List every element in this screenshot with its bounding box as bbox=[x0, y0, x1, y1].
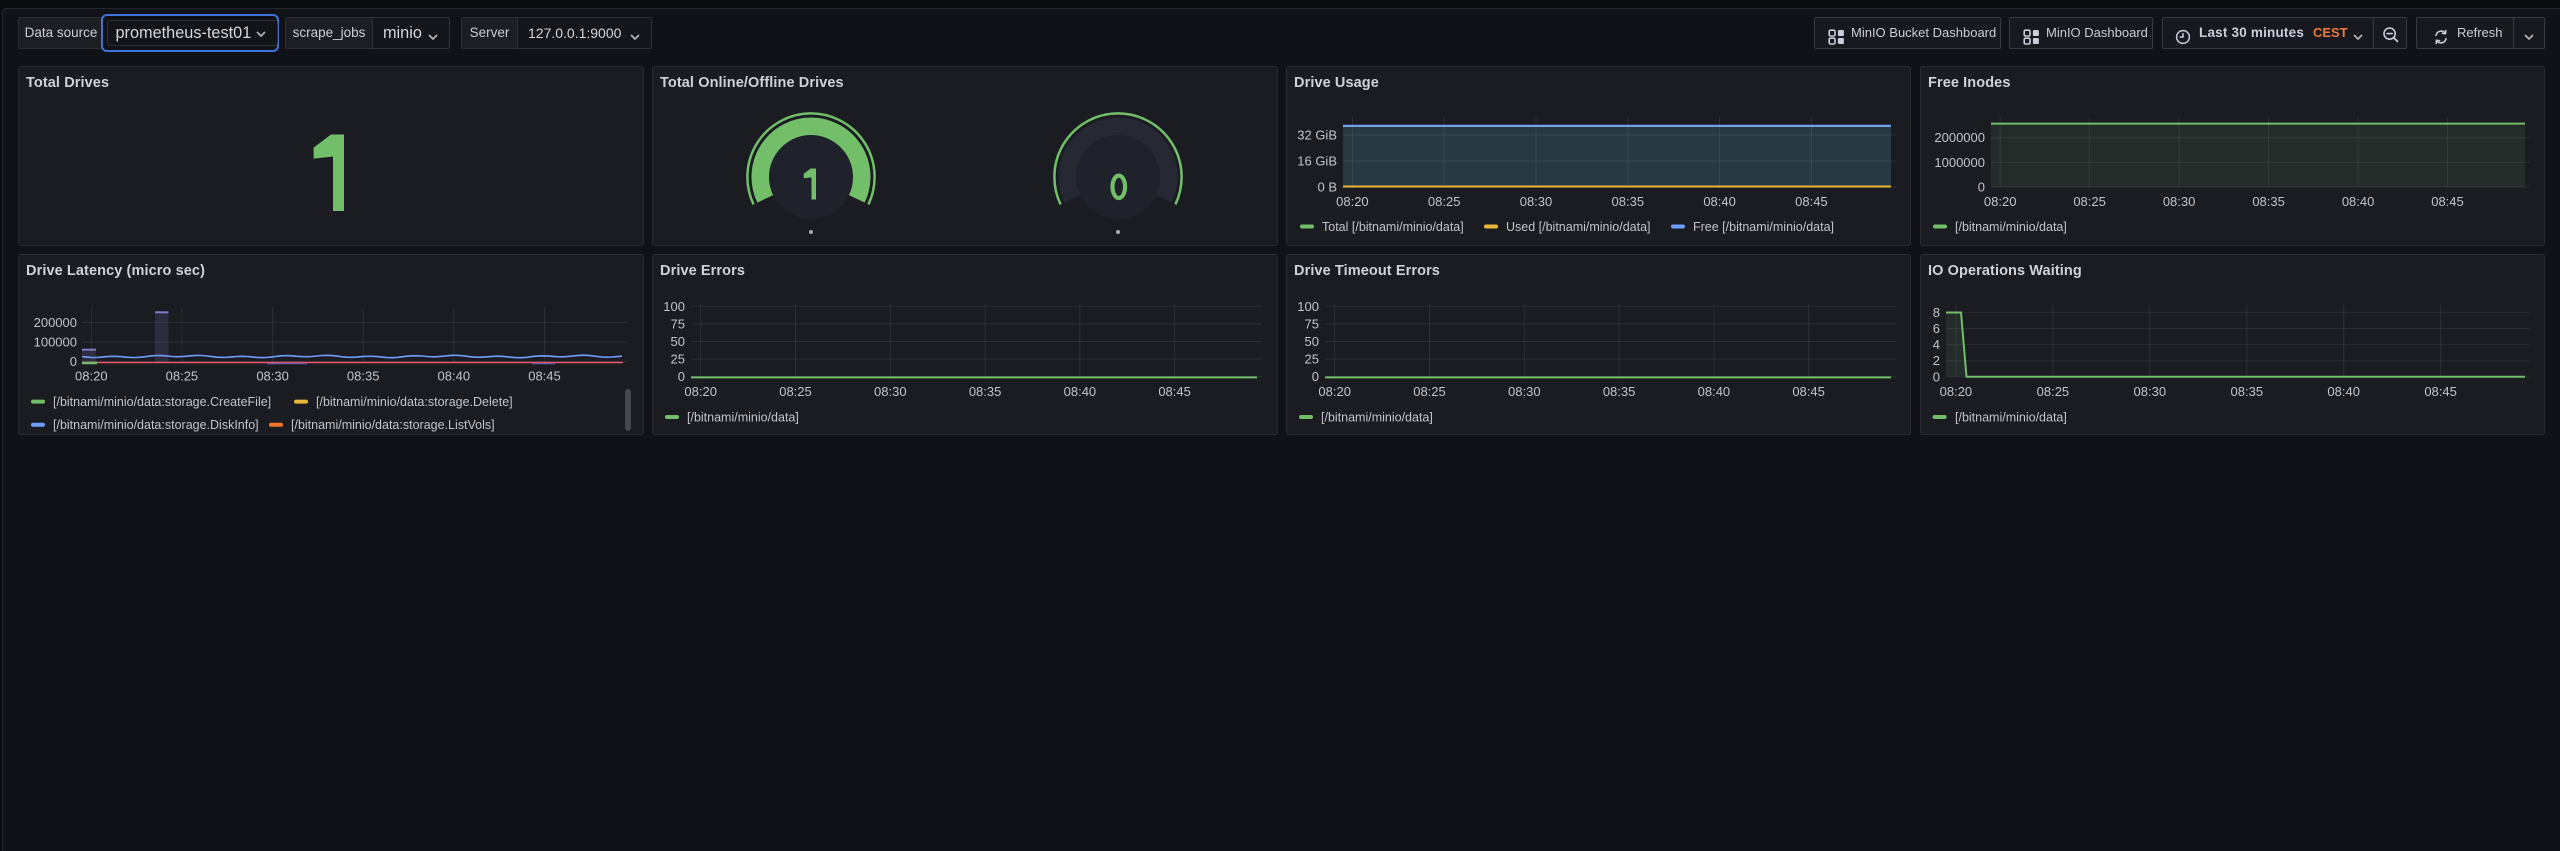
svg-text:08:40: 08:40 bbox=[438, 369, 471, 384]
svg-text:08:35: 08:35 bbox=[1612, 194, 1645, 209]
svg-text:08:25: 08:25 bbox=[779, 384, 812, 399]
svg-text:25: 25 bbox=[671, 352, 685, 367]
svg-text:8: 8 bbox=[1933, 305, 1940, 320]
svg-text:0: 0 bbox=[1312, 369, 1319, 384]
svg-text:100: 100 bbox=[1297, 299, 1319, 314]
svg-text:08:20: 08:20 bbox=[75, 369, 108, 384]
svg-text:[/bitnami/minio/data:storage.D: [/bitnami/minio/data:storage.DiskInfo] bbox=[53, 418, 259, 432]
svg-text:08:45: 08:45 bbox=[2431, 194, 2464, 209]
svg-text:0: 0 bbox=[1933, 369, 1940, 384]
svg-text:08:40: 08:40 bbox=[2327, 384, 2360, 399]
svg-text:08:20: 08:20 bbox=[1940, 384, 1973, 399]
svg-text:08:35: 08:35 bbox=[969, 384, 1002, 399]
svg-text:2: 2 bbox=[1933, 353, 1940, 368]
svg-text:08:35: 08:35 bbox=[347, 369, 380, 384]
svg-text:08:20: 08:20 bbox=[1318, 384, 1351, 399]
svg-text:50: 50 bbox=[671, 334, 685, 349]
svg-text:08:20: 08:20 bbox=[1984, 194, 2017, 209]
svg-text:08:25: 08:25 bbox=[1428, 194, 1461, 209]
svg-text:08:20: 08:20 bbox=[1336, 194, 1369, 209]
svg-text:08:35: 08:35 bbox=[1603, 384, 1636, 399]
svg-text:0: 0 bbox=[70, 354, 77, 369]
svg-text:16 GiB: 16 GiB bbox=[1297, 154, 1337, 169]
svg-text:08:45: 08:45 bbox=[1792, 384, 1825, 399]
svg-text:75: 75 bbox=[1305, 316, 1319, 331]
svg-text:100: 100 bbox=[663, 299, 685, 314]
svg-text:08:45: 08:45 bbox=[2424, 384, 2457, 399]
svg-text:08:40: 08:40 bbox=[2342, 194, 2375, 209]
svg-text:08:35: 08:35 bbox=[2231, 384, 2264, 399]
svg-text:2000000: 2000000 bbox=[1934, 130, 1985, 145]
svg-text:[/bitnami/minio/data:storage.L: [/bitnami/minio/data:storage.ListVols] bbox=[291, 418, 495, 432]
svg-text:08:30: 08:30 bbox=[2134, 384, 2167, 399]
svg-text:100000: 100000 bbox=[34, 335, 77, 350]
svg-text:08:30: 08:30 bbox=[2163, 194, 2196, 209]
svg-text:08:35: 08:35 bbox=[2252, 194, 2285, 209]
svg-text:08:30: 08:30 bbox=[874, 384, 907, 399]
svg-text:[/bitnami/minio/data]: [/bitnami/minio/data] bbox=[1955, 411, 2067, 425]
svg-text:08:30: 08:30 bbox=[256, 369, 289, 384]
svg-text:08:30: 08:30 bbox=[1520, 194, 1553, 209]
svg-text:08:40: 08:40 bbox=[1703, 194, 1736, 209]
svg-text:Total [/bitnami/minio/data]: Total [/bitnami/minio/data] bbox=[1322, 220, 1464, 234]
svg-text:Free [/bitnami/minio/data]: Free [/bitnami/minio/data] bbox=[1693, 220, 1834, 234]
svg-text:[/bitnami/minio/data]: [/bitnami/minio/data] bbox=[1955, 220, 2067, 234]
svg-text:[/bitnami/minio/data]: [/bitnami/minio/data] bbox=[1321, 411, 1433, 425]
svg-text:32 GiB: 32 GiB bbox=[1297, 128, 1337, 143]
svg-text:08:45: 08:45 bbox=[528, 369, 561, 384]
svg-text:200000: 200000 bbox=[34, 315, 77, 330]
svg-text:0: 0 bbox=[678, 369, 685, 384]
svg-text:[/bitnami/minio/data:storage.C: [/bitnami/minio/data:storage.CreateFile] bbox=[53, 395, 271, 409]
svg-text:08:45: 08:45 bbox=[1158, 384, 1191, 399]
svg-text:25: 25 bbox=[1305, 352, 1319, 367]
svg-text:Used [/bitnami/minio/data]: Used [/bitnami/minio/data] bbox=[1506, 220, 1651, 234]
svg-text:0 B: 0 B bbox=[1317, 180, 1337, 195]
svg-text:50: 50 bbox=[1305, 334, 1319, 349]
svg-text:75: 75 bbox=[671, 316, 685, 331]
svg-text:08:30: 08:30 bbox=[1508, 384, 1541, 399]
svg-text:08:45: 08:45 bbox=[1795, 194, 1828, 209]
svg-text:08:20: 08:20 bbox=[684, 384, 717, 399]
svg-text:[/bitnami/minio/data]: [/bitnami/minio/data] bbox=[687, 411, 799, 425]
svg-text:1000000: 1000000 bbox=[1934, 155, 1985, 170]
svg-text:08:40: 08:40 bbox=[1064, 384, 1097, 399]
svg-text:08:25: 08:25 bbox=[1413, 384, 1446, 399]
svg-text:08:25: 08:25 bbox=[2037, 384, 2070, 399]
svg-text:6: 6 bbox=[1933, 321, 1940, 336]
svg-text:08:25: 08:25 bbox=[2073, 194, 2106, 209]
svg-text:08:40: 08:40 bbox=[1698, 384, 1731, 399]
svg-text:08:25: 08:25 bbox=[166, 369, 199, 384]
svg-text:4: 4 bbox=[1933, 337, 1940, 352]
svg-text:0: 0 bbox=[1978, 180, 1985, 195]
svg-text:[/bitnami/minio/data:storage.D: [/bitnami/minio/data:storage.Delete] bbox=[316, 395, 513, 409]
